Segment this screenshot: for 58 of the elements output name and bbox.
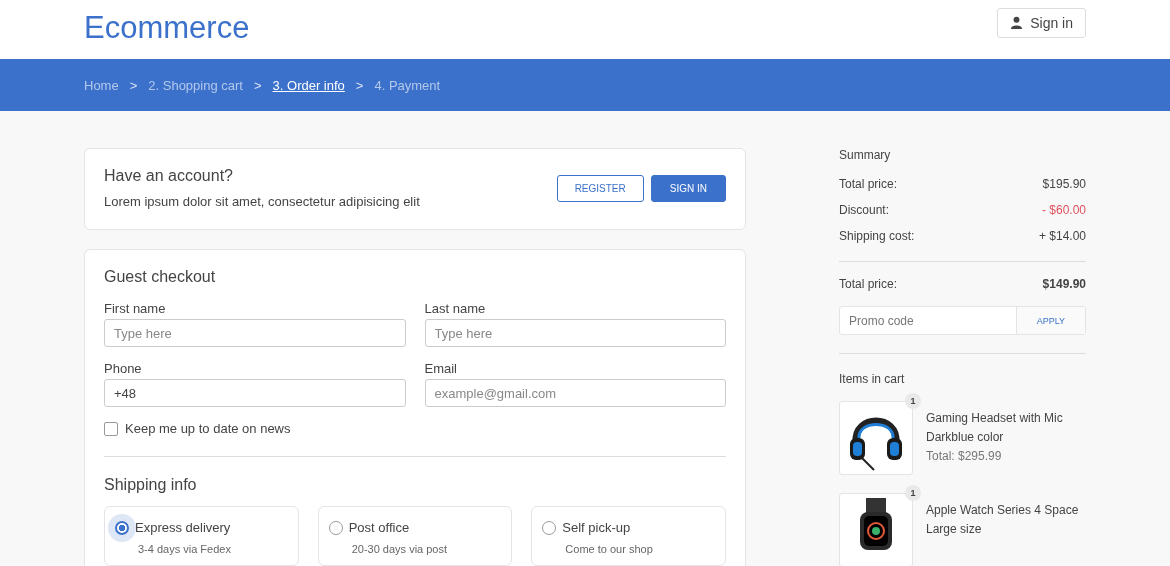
product-thumbnail[interactable] — [839, 493, 913, 566]
breadcrumb-link[interactable]: 2. Shopping cart — [148, 77, 243, 93]
section-title: Guest checkout — [104, 268, 217, 286]
summary-label: Shipping cost: — [839, 229, 915, 243]
checkbox-label: Keep me up to date on news — [125, 421, 291, 436]
user-icon — [1010, 16, 1024, 29]
total-label: Total price: — [839, 277, 898, 291]
field-label: First name — [104, 301, 167, 316]
field-label: Phone — [104, 361, 143, 376]
checkbox[interactable] — [104, 421, 118, 436]
shipping-option[interactable]: Self pick-up Come to our shop — [531, 506, 726, 566]
breadcrumb-separator: > — [252, 77, 263, 93]
summary-title: Summary — [839, 148, 892, 162]
summary-label: Discount: — [839, 203, 890, 217]
apply-button[interactable]: APPLY — [1015, 307, 1085, 334]
field-label: Last name — [424, 301, 487, 316]
breadcrumb-separator: > — [128, 77, 139, 93]
cart-title: Items in cart — [839, 372, 906, 386]
product-variant: Darkblue color — [926, 430, 1005, 444]
summary-label: Total price: — [839, 177, 898, 191]
product-thumbnail[interactable] — [839, 401, 913, 475]
breadcrumb-separator: > — [354, 77, 365, 93]
sign-in-button[interactable]: SIGN IN — [650, 174, 726, 202]
promo-field[interactable]: Promo code APPLY — [839, 306, 1086, 335]
option-note: Come to our shop — [565, 543, 654, 555]
product-variant: Large size — [926, 522, 983, 536]
option-label: Self pick-up — [562, 520, 631, 535]
card-text: Lorem ipsum dolor sit amet, consectetur adipisicing elit — [104, 194, 420, 209]
breadcrumb-link[interactable]: 3. Order info — [272, 77, 345, 93]
summary-value: $195.90 — [1042, 177, 1086, 191]
summary-value: - $60.00 — [1041, 203, 1086, 217]
quantity-badge: 1 — [905, 485, 921, 501]
product-name[interactable]: Gaming Headset with Mic — [926, 411, 1063, 425]
card-title: Have an account? — [104, 167, 234, 185]
sign-in-button[interactable]: Sign in — [997, 7, 1086, 38]
input-field[interactable]: example@gmail.com — [424, 379, 726, 407]
product-total: Total: $295.99 — [926, 449, 1003, 463]
total-value: $149.90 — [1042, 277, 1086, 291]
shipping-option[interactable]: Post office 20-30 days via post — [317, 506, 513, 566]
section-title: Shipping info — [104, 476, 198, 494]
input-field[interactable]: +48 — [104, 379, 406, 407]
summary-value: + $14.00 — [1038, 229, 1086, 243]
logo[interactable]: Ecommerce — [84, 9, 250, 46]
input-field[interactable]: Type here — [424, 319, 726, 347]
product-name[interactable]: Apple Watch Series 4 Space — [926, 503, 1079, 517]
breadcrumb-link[interactable]: Home — [84, 77, 119, 93]
option-label: Express delivery — [135, 520, 231, 535]
option-note: 20-30 days via post — [351, 543, 449, 555]
radio-button[interactable] — [542, 520, 557, 535]
breadcrumb-link[interactable]: 4. Payment — [374, 77, 441, 93]
register-button[interactable]: REGISTER — [556, 174, 644, 202]
radio-button[interactable] — [328, 520, 343, 535]
shipping-option[interactable]: Express delivery 3-4 days via Fedex — [104, 506, 299, 566]
quantity-badge: 1 — [905, 393, 921, 409]
field-label: Email — [424, 361, 458, 376]
option-note: 3-4 days via Fedex — [138, 543, 232, 555]
input-field[interactable]: Type here — [104, 319, 406, 347]
option-label: Post office — [348, 520, 410, 535]
